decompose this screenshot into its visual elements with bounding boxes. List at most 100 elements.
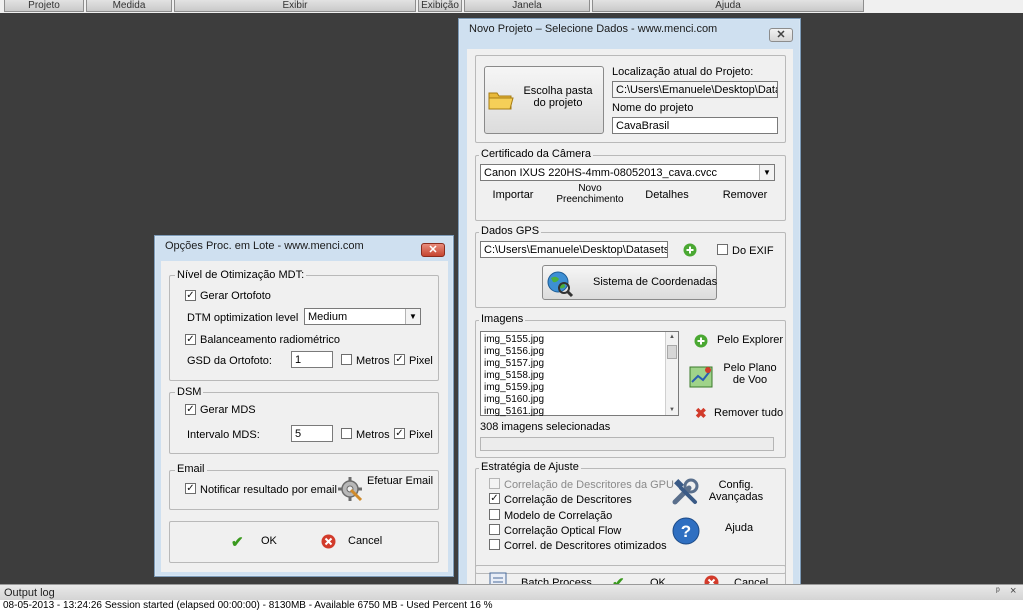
list-item[interactable]: img_5161.jpg — [484, 406, 544, 417]
gen-mds-checkbox[interactable]: ✓ — [185, 404, 196, 415]
flight-plan-button[interactable]: Pelo Plano de Voo — [687, 362, 782, 392]
menu-janela[interactable]: Janela — [464, 0, 590, 12]
list-item[interactable]: img_5156.jpg — [484, 346, 544, 357]
optical-flow-label: Correlação Optical Flow — [504, 525, 622, 537]
menu-exibicao[interactable]: Exibição — [418, 0, 462, 12]
images-group-title: Imagens — [479, 313, 526, 325]
flight-plan-label: Pelo Plano de Voo — [723, 362, 777, 386]
add-icon[interactable] — [683, 243, 697, 257]
send-email-label: Efetuar Email — [367, 475, 434, 487]
mds-metros-checkbox[interactable] — [341, 428, 352, 439]
exif-label: Do EXIF — [732, 245, 774, 257]
batch-cancel-button[interactable]: Cancel — [321, 531, 391, 553]
gsd-input[interactable]: 1 — [291, 351, 333, 368]
new-project-close-icon[interactable]: ✕ — [769, 28, 793, 42]
location-field[interactable]: C:\Users\Emanuele\Desktop\Datasets\C — [612, 81, 778, 98]
scroll-down-icon[interactable]: ▼ — [666, 405, 678, 415]
gsd-metros-checkbox[interactable] — [341, 354, 352, 365]
new-project-window: Novo Projeto – Selecione Dados - www.men… — [458, 18, 801, 612]
scroll-thumb[interactable] — [667, 345, 677, 359]
location-label: Localização atual do Projeto: — [612, 66, 754, 78]
explorer-label: Pelo Explorer — [717, 334, 784, 346]
cancel-icon — [321, 534, 336, 549]
advanced-settings-button[interactable]: Config. Avançadas — [670, 475, 782, 509]
details-label: Detalhes — [645, 189, 689, 201]
map-icon — [689, 366, 713, 388]
dtm-level-value: Medium — [308, 311, 348, 323]
details-button[interactable]: Detalhes — [639, 189, 695, 201]
batch-close-icon[interactable]: ✕ — [421, 243, 445, 257]
camera-group-title: Certificado da Câmera — [479, 148, 594, 160]
progress-bar — [480, 437, 774, 451]
batch-ok-button[interactable]: ✔ OK — [231, 531, 291, 553]
gps-group-title: Dados GPS — [479, 225, 542, 237]
mds-interval-input[interactable]: 5 — [291, 425, 333, 442]
check-icon: ✔ — [231, 534, 244, 551]
remove-all-button[interactable]: ✖ Remover tudo — [692, 405, 784, 423]
batch-window-title: Opções Proc. em Lote - www.menci.com — [165, 240, 364, 252]
new-fill-button[interactable]: Novo Preenchimento — [555, 183, 625, 205]
images-list[interactable]: img_5155.jpg img_5156.jpg img_5157.jpg i… — [480, 331, 679, 417]
menu-exibir[interactable]: Exibir — [174, 0, 416, 12]
help-button[interactable]: ? Ajuda — [670, 515, 782, 547]
project-name-input[interactable]: CavaBrasil — [612, 117, 778, 134]
optimized-descriptors-label: Correl. de Descritores otimizados — [504, 540, 667, 552]
dtm-level-select[interactable]: Medium ▼ — [304, 308, 421, 325]
gpu-correlation-label: Correlação de Descritores da GPU — [504, 479, 674, 491]
output-log-body: 08-05-2013 - 13:24:26 Session started (e… — [0, 600, 1023, 612]
remove-camera-button[interactable]: Remover — [717, 189, 773, 201]
gsd-pixel-label: Pixel — [409, 355, 433, 367]
gear-icon — [338, 477, 363, 502]
mds-pixel-checkbox[interactable]: ✓ — [394, 428, 405, 439]
help-label: Ajuda — [725, 522, 754, 534]
pin-icon[interactable]: ᵖ — [996, 586, 1000, 597]
dtm-group-title: Nível de Otimização MDT: — [175, 269, 307, 281]
gen-ortho-label: Gerar Ortofoto — [200, 290, 271, 302]
list-item[interactable]: img_5157.jpg — [484, 358, 544, 369]
radiometric-label: Balanceamento radiométrico — [200, 334, 341, 346]
batch-panel: Nível de Otimização MDT: ✓ Gerar Ortofot… — [161, 261, 448, 572]
exif-checkbox[interactable] — [717, 244, 728, 255]
notify-checkbox[interactable]: ✓ — [185, 483, 196, 494]
import-button[interactable]: Importar — [485, 189, 541, 201]
list-item[interactable]: img_5160.jpg — [484, 394, 544, 405]
chevron-down-icon[interactable]: ▼ — [759, 165, 774, 180]
gen-ortho-checkbox[interactable]: ✓ — [185, 290, 196, 301]
choose-folder-label: Escolha pasta do projeto — [523, 85, 593, 109]
gpu-correlation-checkbox[interactable] — [489, 478, 500, 489]
mds-metros-label: Metros — [356, 429, 390, 441]
correlation-model-checkbox[interactable] — [489, 509, 500, 520]
list-item[interactable]: img_5158.jpg — [484, 370, 544, 381]
coord-system-button[interactable]: Sistema de Coordenadas — [542, 265, 717, 300]
explorer-button[interactable]: Pelo Explorer — [692, 332, 784, 350]
notify-label: Notificar resultado por email — [200, 484, 337, 496]
email-group-title: Email — [175, 463, 207, 475]
optical-flow-checkbox[interactable] — [489, 524, 500, 535]
project-name-label: Nome do projeto — [612, 102, 694, 114]
chevron-down-icon[interactable]: ▼ — [405, 309, 420, 324]
list-item[interactable]: img_5155.jpg — [484, 334, 544, 345]
menu-bar: Projeto Medida Exibir Exibição Janela Aj… — [0, 0, 1023, 13]
send-email-button[interactable]: Efetuar Email — [337, 470, 437, 506]
coord-system-label: Sistema de Coordenadas — [593, 276, 718, 288]
new-project-title: Novo Projeto – Selecione Dados - www.men… — [469, 23, 718, 35]
gps-path-field[interactable]: C:\Users\Emanuele\Desktop\Datasets\Cava — [480, 241, 668, 258]
remove-all-label: Remover tudo — [714, 407, 784, 419]
images-scrollbar[interactable]: ▲ ▼ — [665, 332, 678, 415]
choose-folder-button[interactable]: Escolha pasta do projeto — [484, 66, 604, 134]
close-icon[interactable]: × — [1010, 585, 1016, 597]
gsd-pixel-checkbox[interactable]: ✓ — [394, 354, 405, 365]
descriptor-correlation-checkbox[interactable]: ✓ — [489, 493, 500, 504]
mds-pixel-label: Pixel — [409, 429, 433, 441]
menu-projeto[interactable]: Projeto — [4, 0, 84, 12]
scroll-up-icon[interactable]: ▲ — [666, 332, 678, 342]
list-item[interactable]: img_5159.jpg — [484, 382, 544, 393]
batch-options-window: Opções Proc. em Lote - www.menci.com ✕ N… — [154, 235, 454, 577]
menu-medida[interactable]: Medida — [86, 0, 172, 12]
radiometric-checkbox[interactable]: ✓ — [185, 334, 196, 345]
batch-ok-label: OK — [261, 535, 277, 547]
optimized-descriptors-checkbox[interactable] — [489, 539, 500, 550]
menu-ajuda[interactable]: Ajuda — [592, 0, 864, 12]
remove-camera-label: Remover — [722, 189, 768, 201]
camera-select[interactable]: Canon IXUS 220HS-4mm-08052013_cava.cvcc … — [480, 164, 775, 181]
